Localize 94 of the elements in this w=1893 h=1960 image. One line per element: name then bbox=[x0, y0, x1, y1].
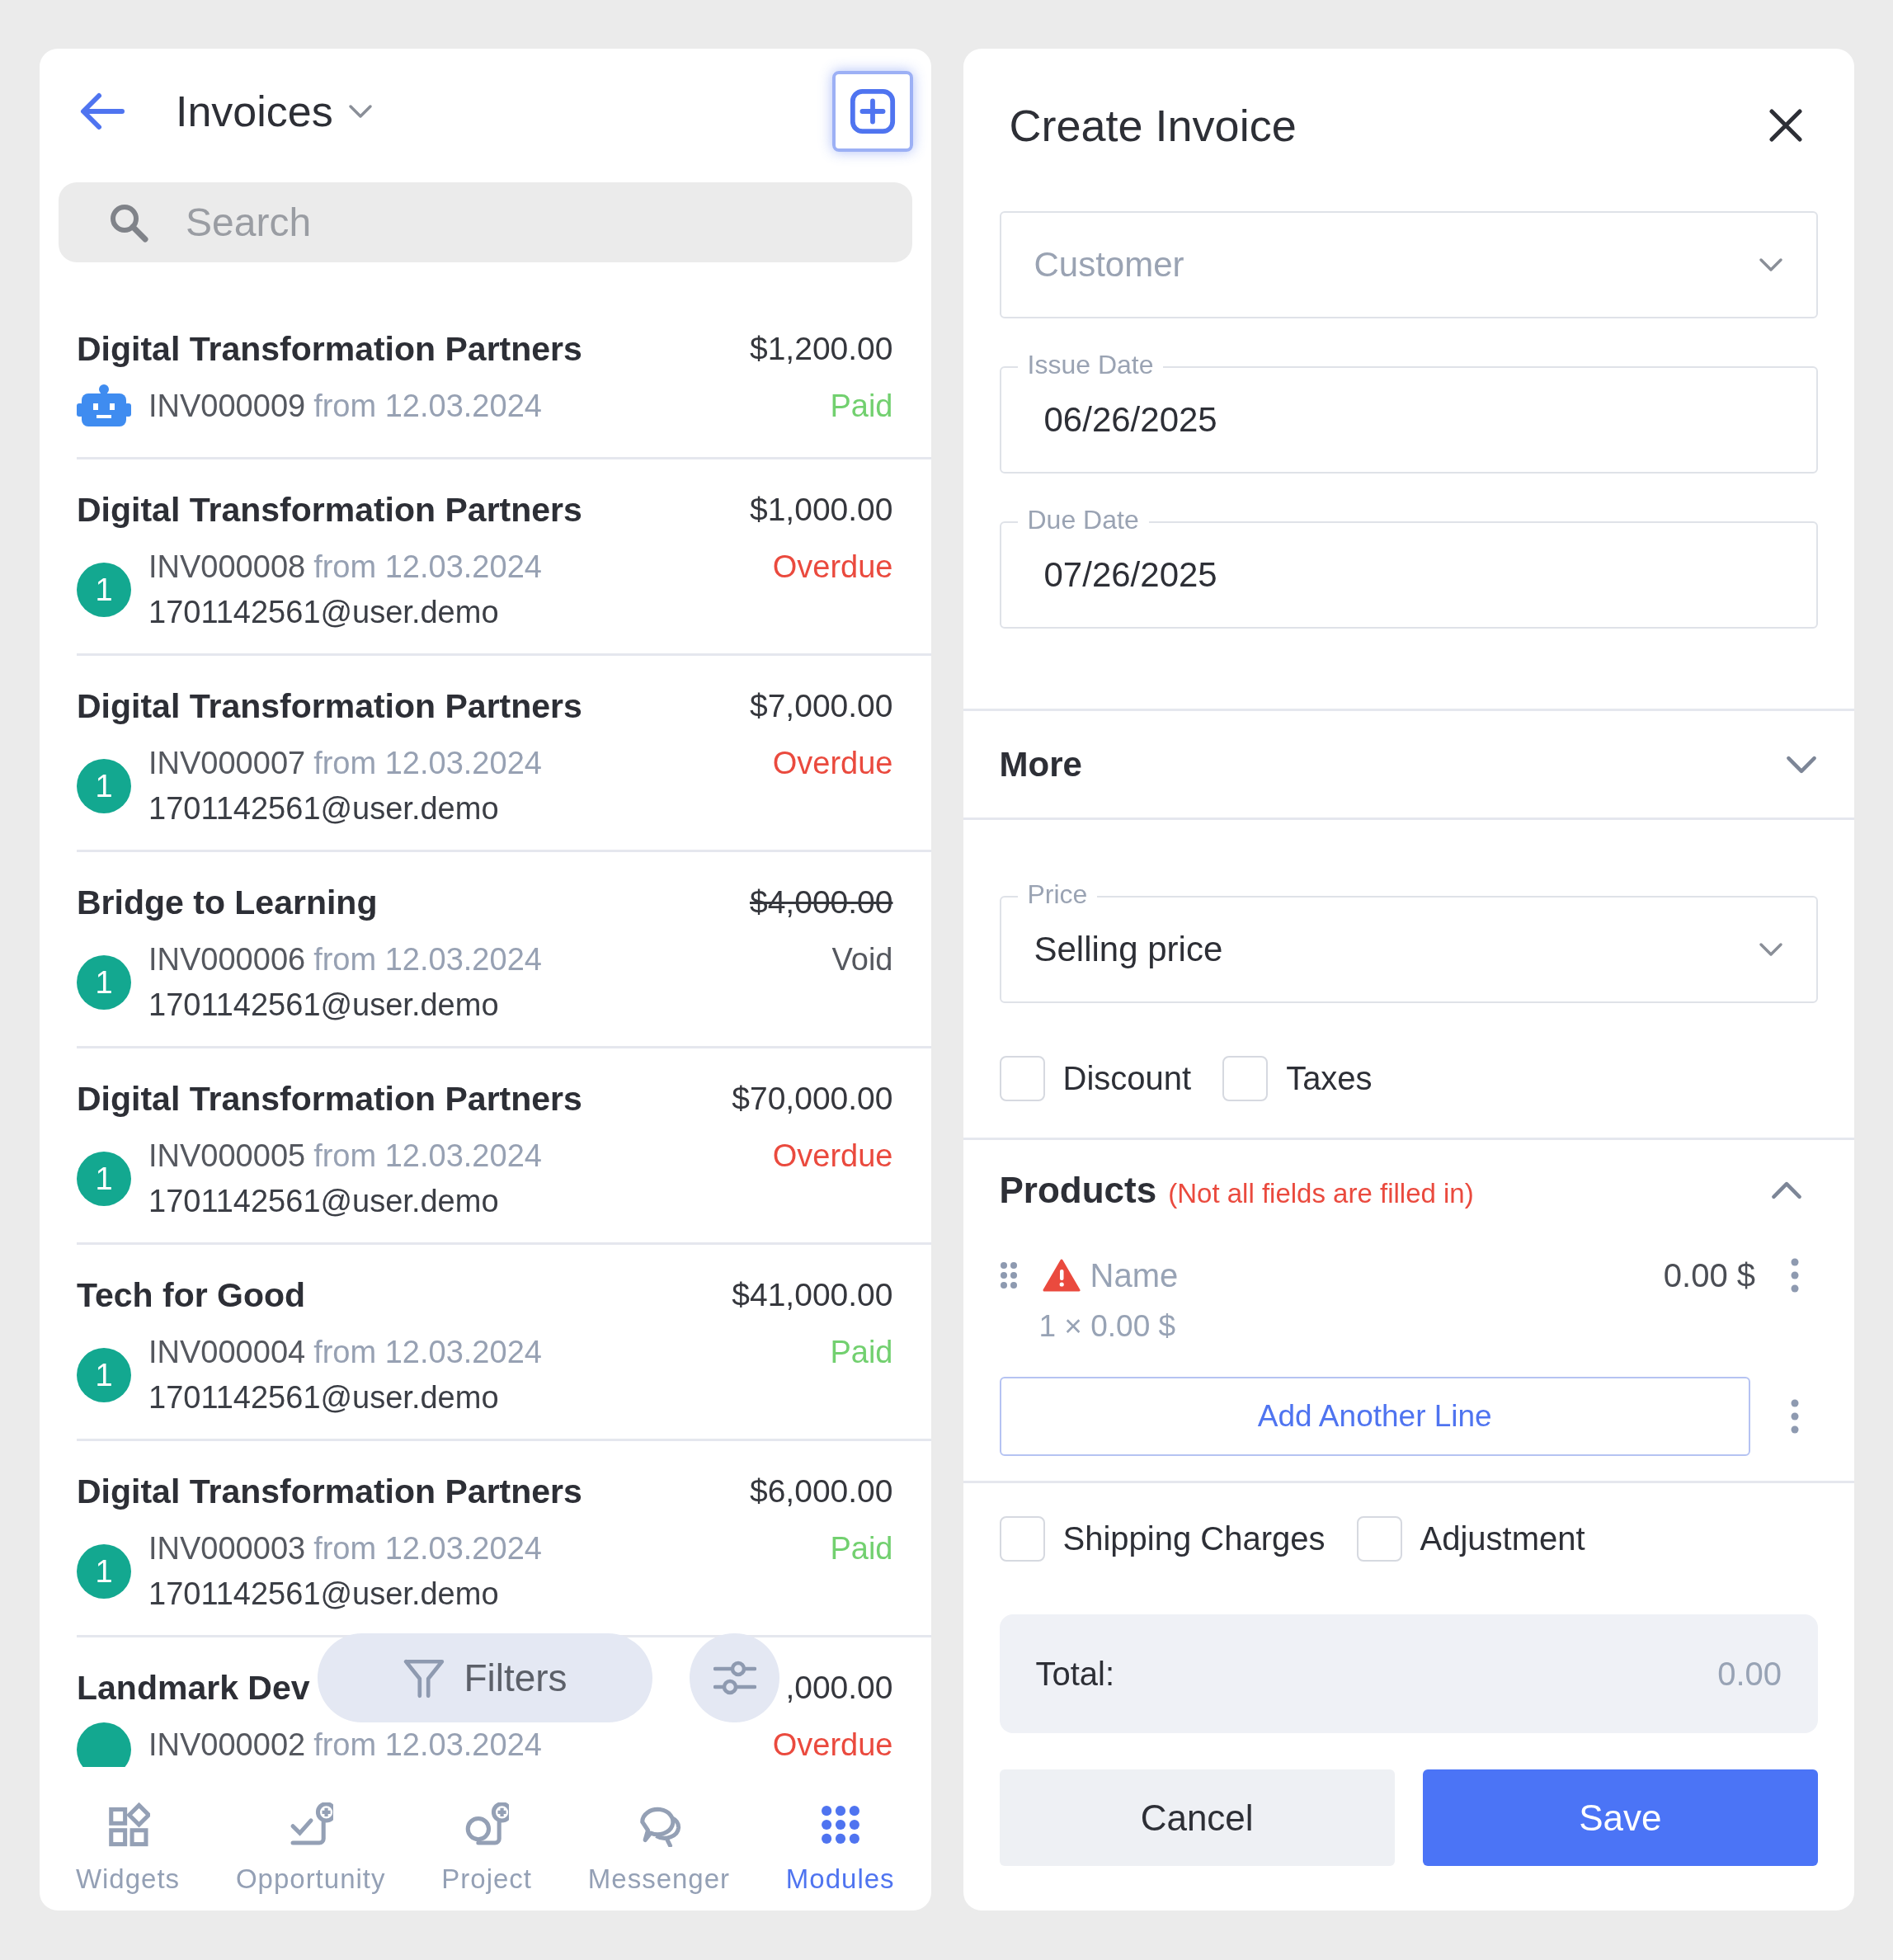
customer-name: Digital Transformation Partners bbox=[77, 1472, 582, 1511]
avatar: 1 bbox=[77, 563, 131, 617]
status-label: Overdue bbox=[772, 1138, 893, 1175]
invoice-amount: $1,200.00 bbox=[750, 331, 893, 367]
products-title: Products bbox=[999, 1170, 1157, 1211]
invoice-amount: $7,000.00 bbox=[750, 688, 893, 724]
customer-name: Digital Transformation Partners bbox=[77, 490, 582, 530]
save-button[interactable]: Save bbox=[1422, 1769, 1818, 1866]
invoice-amount: $1,000.00 bbox=[750, 492, 893, 528]
filters-button[interactable]: Filters bbox=[318, 1633, 652, 1722]
email-text: 1701142561@user.demo bbox=[148, 1184, 499, 1219]
status-label: Overdue bbox=[772, 549, 893, 586]
status-label: Void bbox=[831, 941, 893, 978]
customer-select[interactable]: Customer bbox=[999, 211, 1818, 318]
avatar: 1 bbox=[77, 955, 131, 1010]
nav-tab[interactable]: Modules bbox=[785, 1802, 895, 1911]
close-icon bbox=[1769, 109, 1802, 142]
invoice-amount: $70,000.00 bbox=[732, 1081, 893, 1117]
warning-text: (Not all fields are filled in) bbox=[1168, 1178, 1474, 1209]
invoice-amount: $6,000.00 bbox=[750, 1473, 893, 1510]
chevron-down-icon bbox=[347, 103, 373, 120]
avatar: 1 bbox=[77, 1544, 131, 1599]
invoice-number: INV000003 bbox=[148, 1531, 306, 1567]
circle-plus-icon bbox=[464, 1802, 510, 1847]
checkbox[interactable] bbox=[999, 1056, 1045, 1101]
invoice-amount: $4,000.00 bbox=[750, 884, 893, 921]
invoice-date: from 12.03.2024 bbox=[313, 1531, 542, 1567]
avatar: 1 bbox=[77, 759, 131, 813]
invoice-amount: $41,000.00 bbox=[732, 1277, 893, 1313]
checkbox-label: Taxes bbox=[1286, 1060, 1373, 1097]
chevron-up-icon bbox=[1770, 1180, 1803, 1201]
invoice-date: from 12.03.2024 bbox=[313, 549, 542, 585]
customer-name: Bridge to Learning bbox=[77, 883, 378, 922]
chevron-down-icon bbox=[1759, 941, 1783, 958]
status-label: Paid bbox=[830, 1334, 893, 1371]
invoice-number: INV000006 bbox=[148, 942, 306, 978]
checkbox[interactable] bbox=[1222, 1056, 1269, 1101]
invoice-number: INV000005 bbox=[148, 1138, 306, 1174]
title-dropdown[interactable]: Invoices bbox=[176, 87, 373, 136]
checkbox-label: Shipping Charges bbox=[1062, 1520, 1326, 1557]
checkbox-label: Discount bbox=[1062, 1060, 1192, 1097]
more-section-header[interactable]: More bbox=[963, 711, 1854, 820]
nav-tab[interactable]: Widgets bbox=[75, 1802, 181, 1911]
invoice-number: INV000009 bbox=[148, 389, 306, 424]
avatar: 1 bbox=[77, 1152, 131, 1206]
email-text: 1701142561@user.demo bbox=[148, 595, 499, 630]
email-text: 1701142561@user.demo bbox=[148, 987, 499, 1023]
product-name[interactable]: Name bbox=[1090, 1256, 1664, 1294]
search-bar[interactable]: Search bbox=[59, 182, 912, 262]
collapse-button[interactable] bbox=[1770, 1180, 1803, 1201]
invoice-number: INV000008 bbox=[148, 549, 306, 585]
email-text: 1701142561@user.demo bbox=[148, 791, 499, 827]
invoice-number: INV000007 bbox=[148, 746, 306, 781]
nav-tab[interactable]: Messenger bbox=[587, 1802, 731, 1911]
status-label: Paid bbox=[830, 388, 893, 425]
status-label: Paid bbox=[830, 1530, 893, 1567]
search-field[interactable]: Search bbox=[184, 199, 912, 246]
avatar bbox=[77, 1722, 131, 1767]
invoice-date: from 12.03.2024 bbox=[313, 1138, 542, 1174]
cancel-button[interactable]: Cancel bbox=[999, 1769, 1395, 1866]
checkbox[interactable] bbox=[1356, 1516, 1402, 1562]
invoice-date: from 12.03.2024 bbox=[313, 1727, 542, 1763]
nav-tab[interactable]: Project bbox=[441, 1802, 532, 1911]
customer-name: Digital Transformation Partners bbox=[77, 686, 582, 726]
add-line-button[interactable]: Add Another Line bbox=[999, 1377, 1750, 1456]
checklist-plus-icon bbox=[288, 1802, 333, 1847]
email-text: 1701142561@user.demo bbox=[148, 1380, 499, 1416]
quantity-text: 1 × 0.00 $ bbox=[1038, 1308, 1177, 1345]
chevron-down-icon bbox=[1759, 257, 1783, 273]
checkbox[interactable] bbox=[999, 1516, 1045, 1562]
invoice-number: INV000004 bbox=[148, 1335, 306, 1370]
status-label: Overdue bbox=[772, 745, 893, 782]
nav-tab[interactable]: Opportunity bbox=[235, 1802, 386, 1911]
customer-name: Landmark Dev bbox=[77, 1668, 310, 1708]
invoice-date: from 12.03.2024 bbox=[313, 1335, 542, 1370]
total-label: Total: bbox=[1035, 1655, 1115, 1693]
total-value: 0.00 bbox=[1717, 1655, 1782, 1693]
email-text: 1701142561@user.demo bbox=[148, 1576, 499, 1612]
status-label: Overdue bbox=[772, 1727, 893, 1764]
invoice-date: from 12.03.2024 bbox=[313, 942, 542, 978]
avatar: 1 bbox=[77, 1348, 131, 1402]
line-total: 0.00 $ bbox=[1663, 1256, 1755, 1294]
checkbox-label: Adjustment bbox=[1420, 1520, 1585, 1557]
drag-handle-icon[interactable] bbox=[999, 1260, 1018, 1290]
customer-name: Tech for Good bbox=[77, 1275, 306, 1315]
invoice-amount: ,000.00 bbox=[785, 1670, 893, 1706]
plus-square-icon bbox=[848, 87, 897, 135]
invoice-number: INV000002 bbox=[148, 1727, 306, 1763]
invoice-date: from 12.03.2024 bbox=[313, 389, 542, 424]
customer-name: Digital Transformation Partners bbox=[77, 1079, 582, 1119]
customer-name: Digital Transformation Partners bbox=[77, 329, 582, 369]
invoice-date: from 12.03.2024 bbox=[313, 746, 542, 781]
add-button[interactable] bbox=[831, 71, 913, 152]
dialog-title: Create Invoice bbox=[1009, 100, 1297, 152]
